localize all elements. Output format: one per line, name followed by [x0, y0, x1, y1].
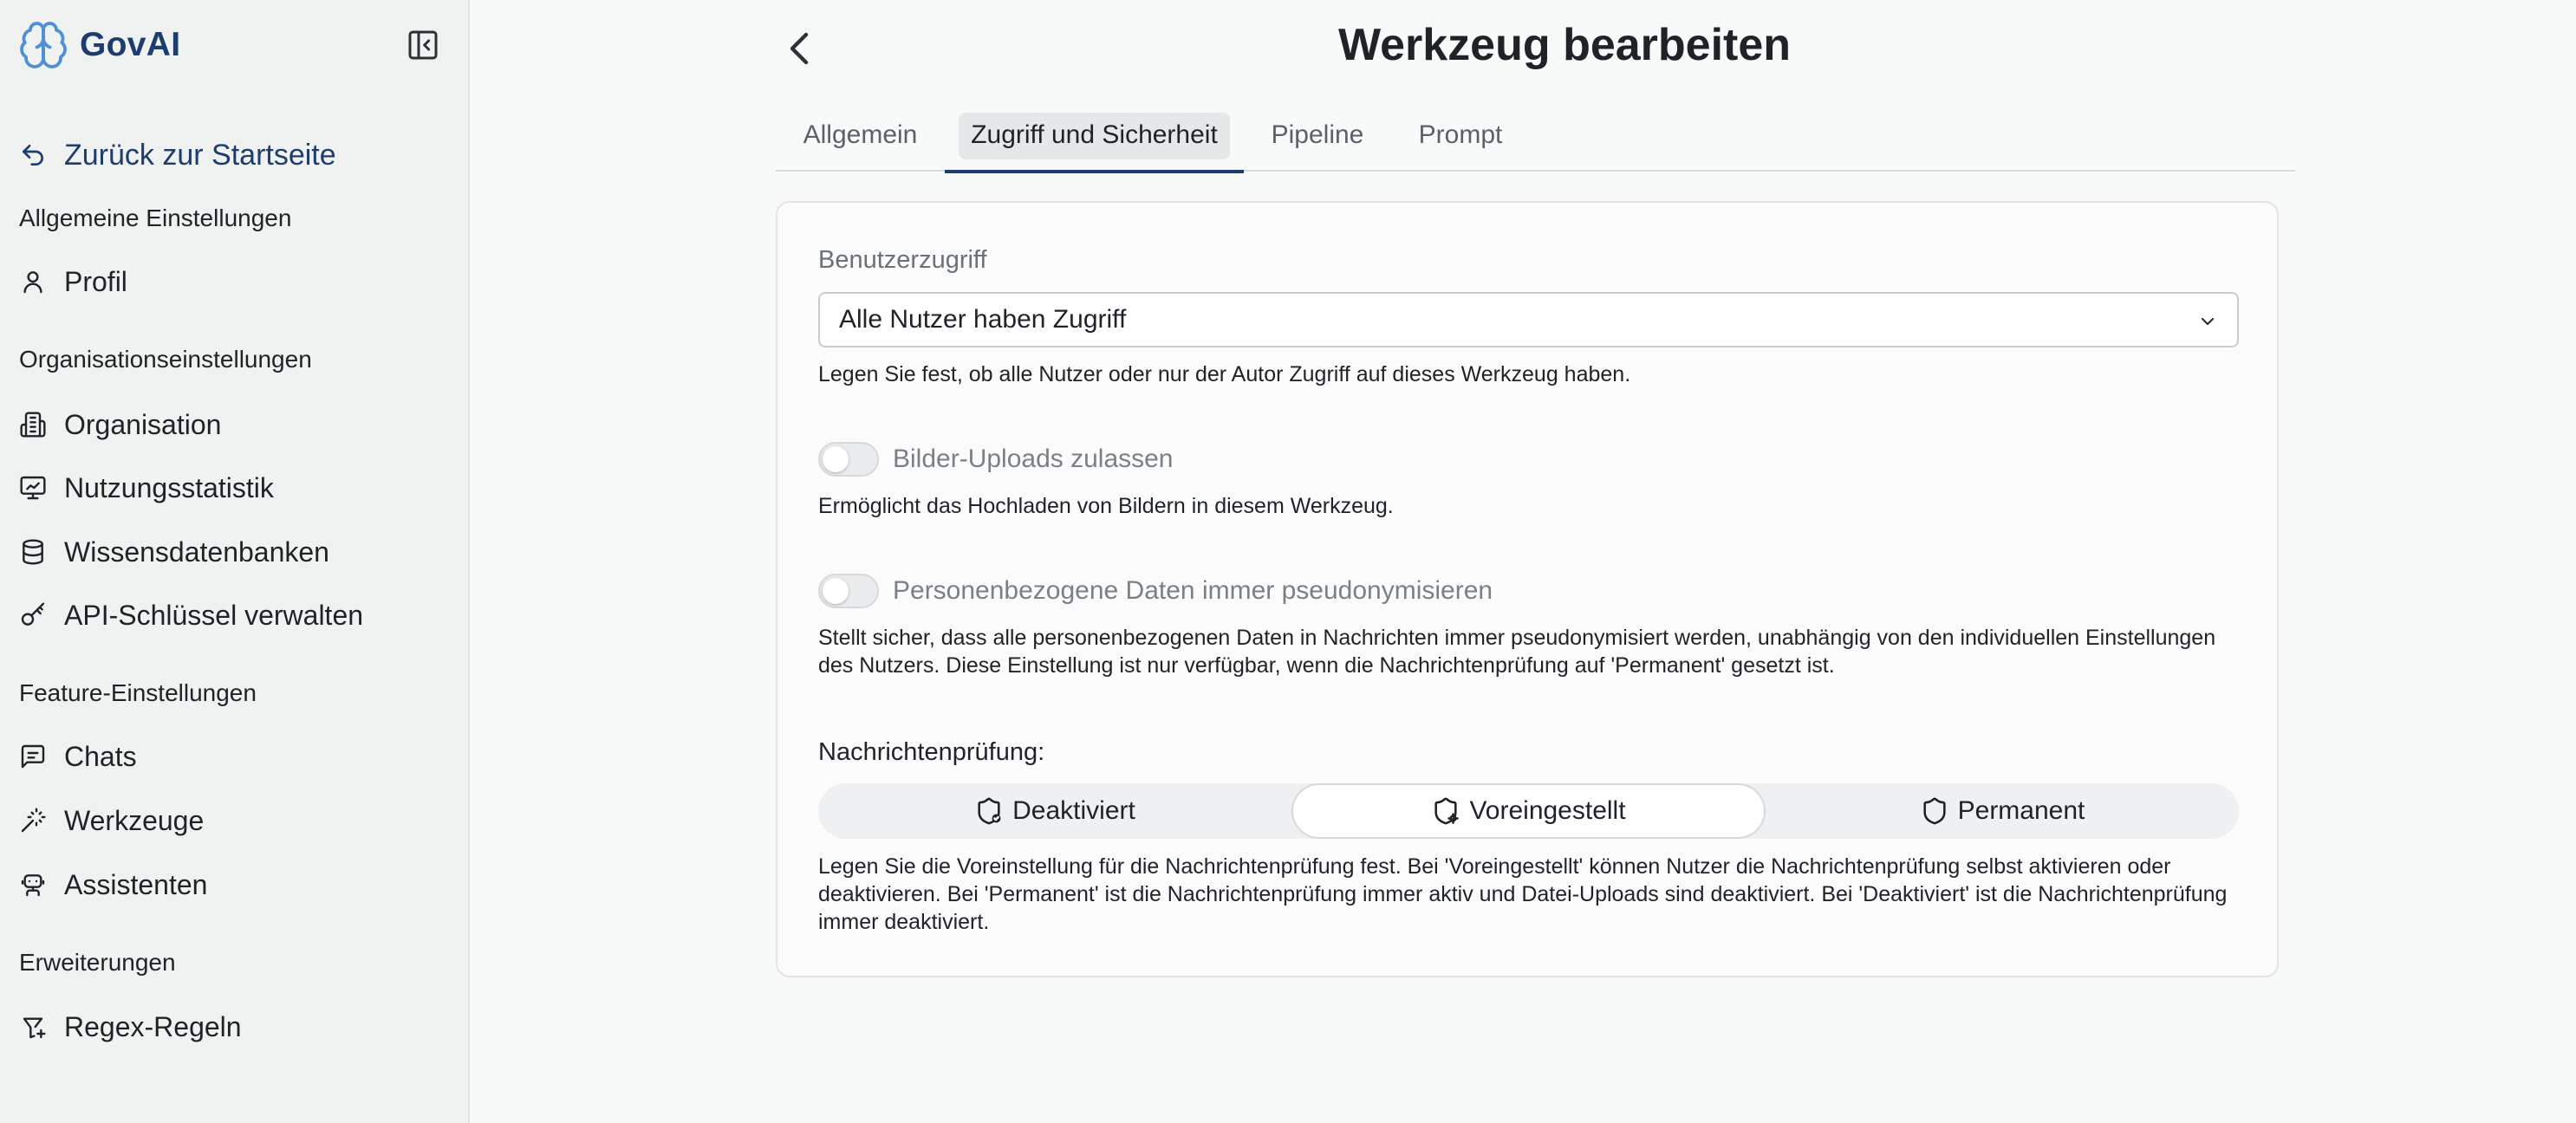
shield-check-icon — [978, 797, 1001, 825]
option-label: Deaktiviert — [1012, 796, 1135, 825]
access-select[interactable]: Alle Nutzer haben Zugriff — [818, 292, 2239, 347]
sidebar-item-organization[interactable]: Organisation — [19, 403, 221, 446]
tab-pipeline[interactable]: Pipeline — [1244, 111, 1391, 172]
image-uploads-label: Bilder-Uploads zulassen — [893, 445, 1174, 473]
option-label: Voreingestellt — [1469, 796, 1626, 825]
settings-card: Benutzerzugriff Alle Nutzer haben Zugrif… — [776, 201, 2279, 977]
sidebar-item-assistants[interactable]: Assistenten — [19, 863, 207, 906]
tab-prompt[interactable]: Prompt — [1391, 111, 1530, 172]
back-button[interactable] — [784, 29, 818, 68]
message-check-label: Nachrichtenprüfung: — [818, 738, 1045, 766]
collapse-sidebar-button[interactable] — [406, 28, 440, 62]
brand[interactable]: GovAI — [17, 19, 180, 71]
chevron-left-icon — [790, 32, 809, 65]
sidebar-item-label: API-Schlüssel verwalten — [64, 599, 364, 631]
brain-logo-icon — [20, 22, 67, 68]
option-deactivated[interactable]: Deaktiviert — [818, 783, 1291, 839]
database-icon — [23, 539, 43, 565]
option-label: Permanent — [1957, 796, 2085, 825]
pseudonymize-row: Personenbezogene Daten immer pseudonymis… — [818, 574, 1493, 608]
section-features: Feature-Einstellungen — [19, 679, 257, 706]
section-extensions: Erweiterungen — [19, 949, 176, 976]
filter-plus-icon — [23, 1017, 46, 1039]
chat-icon — [21, 744, 45, 769]
access-help: Legen Sie fest, ob alle Nutzer oder nur … — [818, 362, 1631, 386]
sidebar-item-tools[interactable]: Werkzeuge — [19, 799, 204, 842]
shield-gear-icon — [1434, 797, 1460, 825]
robot-icon — [21, 874, 45, 897]
message-check-help: Legen Sie die Voreinstellung für die Nac… — [818, 854, 2228, 934]
return-arrow-icon — [23, 145, 43, 166]
access-label: Benutzerzugriff — [818, 246, 987, 274]
message-check-segmented: Deaktiviert Voreingestellt Permanent — [818, 783, 2239, 839]
image-uploads-toggle[interactable] — [818, 442, 879, 477]
tab-label: Zugriff und Sicherheit — [971, 120, 1218, 149]
section-organization: Organisationseinstellungen — [19, 346, 312, 373]
sidebar-item-label: Assistenten — [64, 868, 208, 900]
sidebar-item-knowledge[interactable]: Wissensdatenbanken — [19, 530, 329, 574]
section-general: Allgemeine Einstellungen — [19, 204, 292, 231]
access-select-value: Alle Nutzer haben Zugriff — [839, 305, 1127, 334]
tab-general[interactable]: Allgemein — [776, 111, 945, 172]
building-icon — [20, 412, 46, 438]
sidebar-item-regex[interactable]: Regex-Regeln — [19, 1005, 242, 1048]
sidebar-item-api-keys[interactable]: API-Schlüssel verwalten — [19, 594, 363, 637]
option-permanent[interactable]: Permanent — [1766, 783, 2239, 839]
image-uploads-help: Ermöglicht das Hochladen von Bildern in … — [818, 494, 1394, 518]
sidebar-item-label: Werkzeuge — [64, 804, 205, 836]
sidebar-item-label: Organisation — [64, 408, 222, 440]
back-label: Zurück zur Startseite — [64, 138, 336, 172]
user-icon — [23, 271, 42, 294]
tab-access-security[interactable]: Zugriff und Sicherheit — [945, 111, 1244, 173]
option-preset[interactable]: Voreingestellt — [1291, 783, 1766, 839]
sidebar-item-label: Profil — [64, 265, 127, 297]
tab-bar: Allgemein Zugriff und Sicherheit Pipelin… — [776, 111, 2295, 173]
tab-label: Prompt — [1418, 120, 1503, 149]
sidebar-item-label: Regex-Regeln — [64, 1010, 242, 1042]
sidebar-item-usage[interactable]: Nutzungsstatistik — [19, 466, 274, 510]
pseudonymize-label: Personenbezogene Daten immer pseudonymis… — [893, 576, 1493, 605]
sidebar-item-label: Chats — [64, 740, 137, 772]
image-uploads-row: Bilder-Uploads zulassen — [818, 442, 1174, 477]
sidebar-item-label: Nutzungsstatistik — [64, 471, 274, 503]
chevron-down-icon — [2201, 317, 2215, 326]
back-to-home-link[interactable]: Zurück zur Startseite — [19, 133, 336, 177]
page-title: Werkzeug bearbeiten — [1337, 20, 1792, 70]
sidebar-item-profile[interactable]: Profil — [19, 260, 127, 303]
tab-label: Allgemein — [803, 120, 918, 149]
tab-label: Pipeline — [1271, 120, 1364, 149]
sidebar: GovAI Zurück zur Startseite Allgemeine E… — [0, 0, 470, 1123]
presentation-chart-icon — [20, 476, 46, 500]
sidebar-collapse-icon — [408, 30, 438, 60]
key-icon — [21, 602, 45, 626]
wand-icon — [21, 808, 46, 833]
pseudonymize-help: Stellt sicher, dass alle personenbezogen… — [818, 626, 2216, 678]
shield-icon — [1923, 797, 1946, 825]
sidebar-item-chats[interactable]: Chats — [19, 735, 137, 778]
pseudonymize-toggle[interactable] — [818, 574, 879, 608]
brand-name: GovAI — [80, 26, 181, 63]
sidebar-item-label: Wissensdatenbanken — [64, 536, 329, 568]
